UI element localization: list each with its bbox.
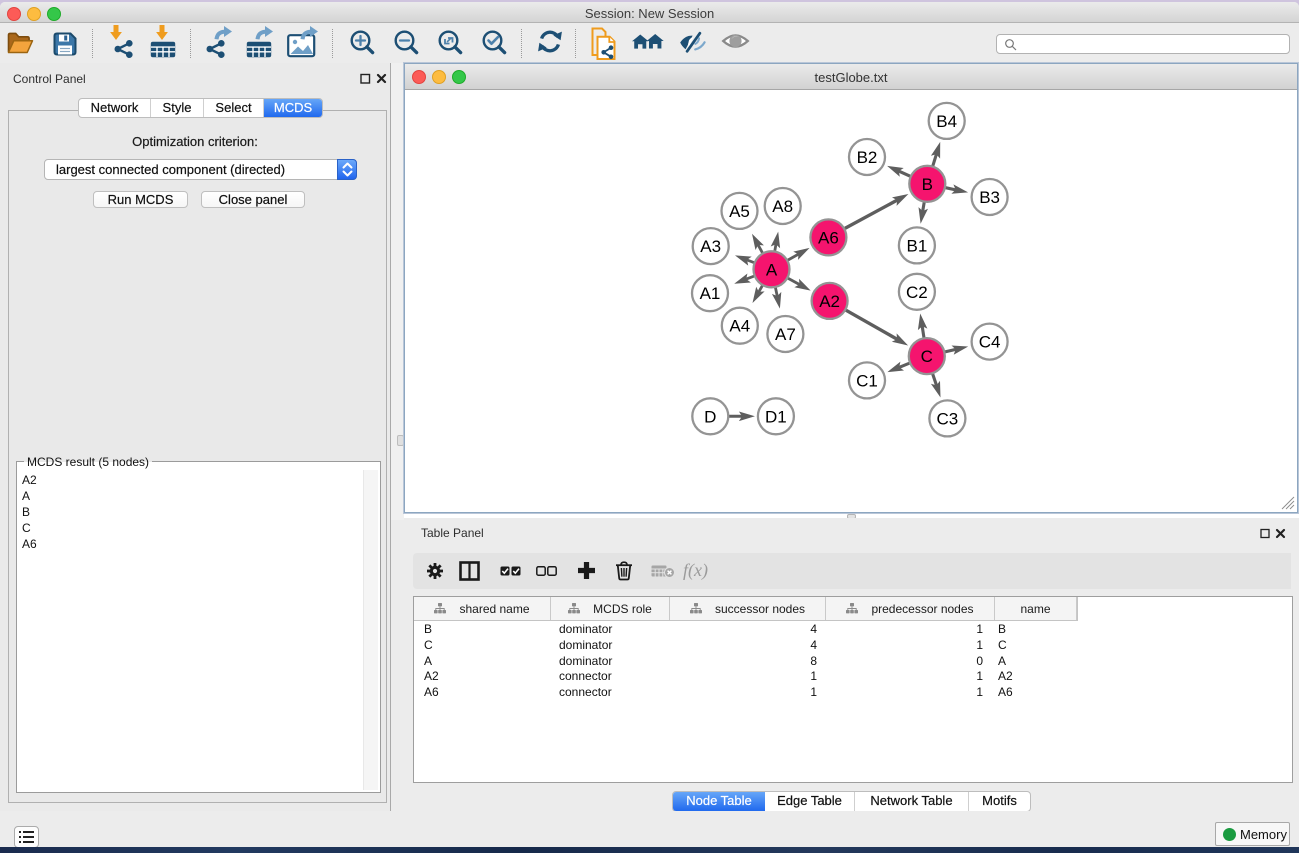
svg-text:C4: C4 [979,333,1001,352]
svg-text:B2: B2 [857,148,878,167]
svg-text:B3: B3 [979,188,1000,207]
svg-text:B1: B1 [907,236,928,255]
svg-text:A8: A8 [772,197,793,216]
svg-text:C3: C3 [937,409,959,428]
svg-text:B: B [922,175,933,194]
svg-text:A7: A7 [775,325,796,344]
svg-text:A5: A5 [729,202,750,221]
svg-text:A6: A6 [818,228,839,247]
svg-text:A: A [766,260,778,279]
svg-text:A3: A3 [700,237,721,256]
svg-text:D: D [704,407,716,426]
svg-text:A1: A1 [700,284,721,303]
svg-text:C2: C2 [906,283,928,302]
svg-text:C1: C1 [856,371,878,390]
svg-text:C: C [921,347,933,366]
svg-text:A2: A2 [819,292,840,311]
svg-text:B4: B4 [936,112,957,131]
svg-text:A4: A4 [729,317,750,336]
svg-text:D1: D1 [765,407,787,426]
